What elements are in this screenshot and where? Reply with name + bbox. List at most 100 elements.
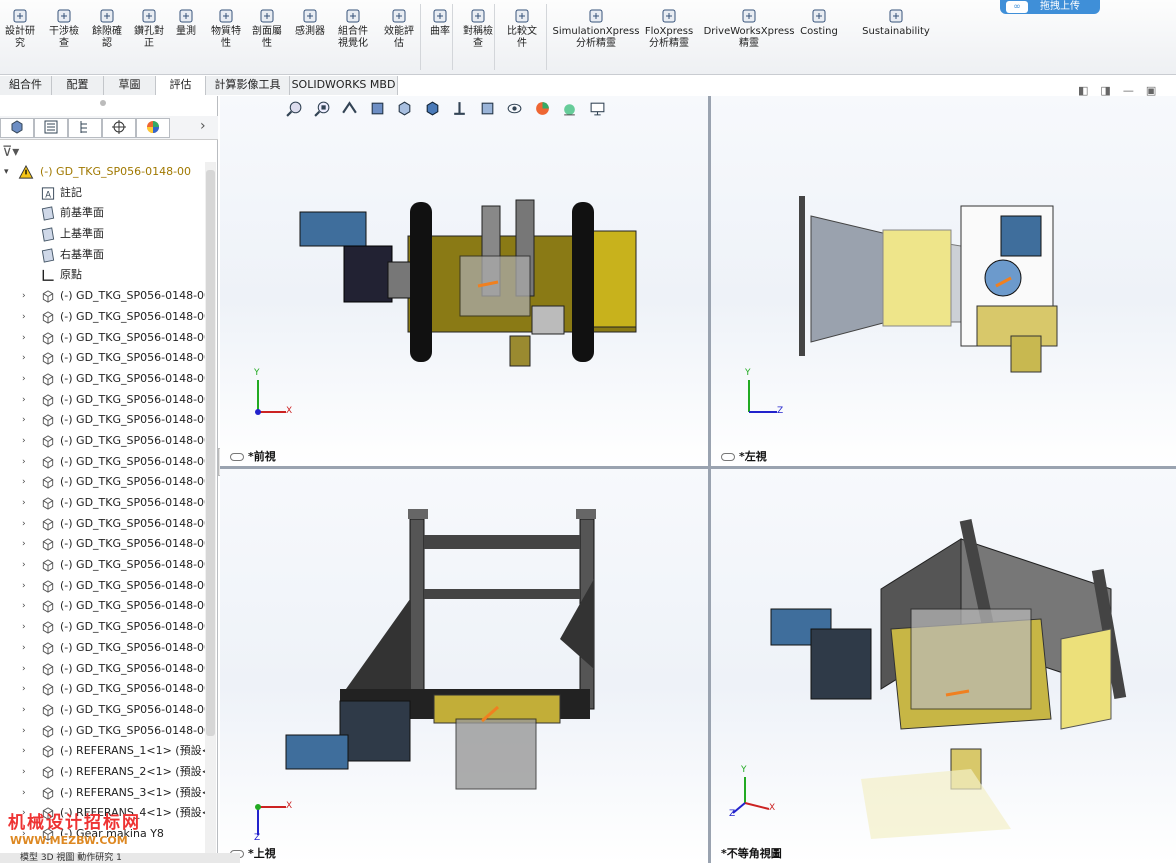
feature-manager-tab[interactable] (0, 118, 34, 138)
tree-item-part[interactable]: › (-) GD_TKG_SP056-0148-00 (0, 348, 206, 369)
tree-item-part[interactable]: › (-) GD_TKG_SP056-0148-00 (0, 431, 206, 452)
expand-arrow-icon[interactable]: › (22, 493, 26, 513)
view-orientation-icon[interactable] (396, 100, 413, 117)
tab-0[interactable]: 組合件 (0, 76, 52, 95)
zoom-to-area-icon[interactable] (313, 100, 331, 117)
ribbon-button-13[interactable]: SimulationXpress 分析精靈 (552, 8, 640, 50)
tab-1[interactable]: 配置 (52, 76, 104, 95)
tab-3[interactable]: 評估 (156, 76, 206, 95)
expand-arrow-icon[interactable]: › (22, 410, 26, 430)
display-manager-tab[interactable] (136, 118, 170, 138)
tree-item-fixed[interactable]: A 註記 (0, 183, 206, 204)
ribbon-button-1[interactable]: 干涉檢查 (44, 8, 84, 50)
expand-arrow-icon[interactable]: › (22, 700, 26, 720)
tree-item-part[interactable]: › (-) GD_TKG_SP056-0148-00 (0, 472, 206, 493)
link-views-icon[interactable] (721, 453, 735, 461)
viewport-front[interactable]: Y X *前視 (220, 96, 708, 466)
expand-arrow-icon[interactable]: › (22, 369, 26, 389)
ribbon-button-4[interactable]: 量測 (170, 8, 202, 38)
display-style-icon[interactable] (424, 100, 441, 117)
expand-arrow-icon[interactable]: › (22, 534, 26, 554)
ribbon-button-6[interactable]: 剖面屬性 (248, 8, 286, 50)
viewport-left[interactable]: Y Z *左視 (711, 96, 1176, 466)
link-views-icon[interactable] (230, 453, 244, 461)
tree-item-part[interactable]: › (-) GD_TKG_SP056-0148-00 (0, 493, 206, 514)
expand-arrow-icon[interactable]: › (22, 286, 26, 306)
tile-vertical-icon[interactable]: ◨ (1100, 84, 1122, 97)
tab-5[interactable]: SOLIDWORKS MBD (290, 76, 398, 95)
tree-item-part[interactable]: › (-) GD_TKG_SP056-0148-00 (0, 555, 206, 576)
tree-item-part[interactable]: › (-) GD_TKG_SP056-0148-00 (0, 328, 206, 349)
dimxpert-tab[interactable] (102, 118, 136, 138)
expand-arrow-icon[interactable]: › (22, 741, 26, 761)
tree-item-fixed[interactable]: 右基準面 (0, 245, 206, 266)
tree-item-fixed[interactable]: 前基準面 (0, 203, 206, 224)
ribbon-button-14[interactable]: FloXpress 分析精靈 (640, 8, 698, 50)
expand-arrow-icon[interactable]: › (22, 638, 26, 658)
expand-arrow-icon[interactable]: › (22, 555, 26, 575)
tree-item-part[interactable]: › (-) GD_TKG_SP056-0148-00 (0, 286, 206, 307)
ribbon-button-17[interactable]: Sustainability (858, 8, 934, 38)
bottom-tabs[interactable]: 模型 3D 視圖 動作研究 1 (0, 853, 240, 863)
tree-item-fixed[interactable]: 上基準面 (0, 224, 206, 245)
expand-arrow-icon[interactable]: › (22, 514, 26, 534)
expand-arrow-icon[interactable]: › (22, 472, 26, 492)
tree-item-part[interactable]: › (-) GD_TKG_SP056-0148-00 (0, 534, 206, 555)
expand-arrow-icon[interactable]: › (22, 659, 26, 679)
expand-arrow-icon[interactable]: › (22, 576, 26, 596)
ribbon-button-16[interactable]: Costing (798, 8, 840, 38)
viewport-splitter-vertical[interactable] (708, 96, 711, 863)
viewport-top[interactable]: X Z *上視 (220, 469, 708, 863)
expand-arrow-icon[interactable]: › (22, 431, 26, 451)
viewport-splitter-horizontal[interactable] (220, 466, 1176, 469)
expand-arrow-icon[interactable]: › (22, 452, 26, 472)
expand-arrow-icon[interactable]: › (22, 617, 26, 637)
tree-item-fixed[interactable]: 原點 (0, 265, 206, 286)
tree-item-part[interactable]: › (-) GD_TKG_SP056-0148-00 (0, 452, 206, 473)
tree-item-part[interactable]: › (-) GD_TKG_SP056-0148-00 (0, 659, 206, 680)
configuration-manager-tab[interactable] (68, 118, 102, 138)
tab-4[interactable]: 計算影像工具 (206, 76, 290, 95)
panel-grip[interactable] (100, 100, 106, 106)
tree-item-part[interactable]: › (-) REFERANS_3<1> (預設< (0, 783, 206, 804)
expand-arrow-icon[interactable]: › (22, 328, 26, 348)
expand-arrow-icon[interactable]: › (22, 390, 26, 410)
expand-arrow-icon[interactable]: › (22, 307, 26, 327)
render-tools-icon[interactable] (561, 100, 578, 117)
ribbon-button-8[interactable]: 組合件 視覺化 (332, 8, 374, 50)
apply-scene-icon[interactable] (534, 100, 551, 117)
ribbon-button-5[interactable]: 物質特性 (208, 8, 244, 50)
tree-item-part[interactable]: › (-) GD_TKG_SP056-0148-00 (0, 638, 206, 659)
display-monitor-icon[interactable] (589, 100, 606, 117)
tree-item-part[interactable]: › (-) GD_TKG_SP056-0148-00 (0, 700, 206, 721)
tree-item-part[interactable]: › (-) REFERANS_2<1> (預設< (0, 762, 206, 783)
scrollbar-thumb[interactable] (206, 170, 215, 736)
ribbon-button-0[interactable]: 設計研究 (2, 8, 38, 50)
tree-item-part[interactable]: › (-) GD_TKG_SP056-0148-00 (0, 596, 206, 617)
ribbon-button-2[interactable]: 餘隙確認 (88, 8, 126, 50)
tile-horizontal-icon[interactable]: ◧ (1078, 84, 1100, 97)
tab-2[interactable]: 草圖 (104, 76, 156, 95)
expand-arrow-icon[interactable]: › (22, 762, 26, 782)
section-view-icon[interactable] (369, 100, 386, 117)
expand-arrow-icon[interactable]: › (22, 783, 26, 803)
view-settings-icon[interactable] (506, 100, 523, 117)
expand-arrow-icon[interactable]: ▾ (4, 162, 9, 182)
tree-item-part[interactable]: › (-) GD_TKG_SP056-0148-00 (0, 617, 206, 638)
chevron-right-icon[interactable]: › (200, 118, 206, 134)
expand-arrow-icon[interactable]: › (22, 596, 26, 616)
filter-icon[interactable]: ⊽▾ (2, 144, 19, 160)
expand-arrow-icon[interactable]: › (22, 721, 26, 741)
tree-item-part[interactable]: › (-) GD_TKG_SP056-0148-00 (0, 576, 206, 597)
ribbon-button-9[interactable]: 效能評估 (378, 8, 420, 50)
tree-root-assembly[interactable]: ▾ (-) GD_TKG_SP056-0148-00 (0, 162, 206, 183)
expand-arrow-icon[interactable]: › (22, 348, 26, 368)
hide-show-icon[interactable] (451, 100, 468, 117)
tree-item-part[interactable]: › (-) GD_TKG_SP056-0148-00 (0, 390, 206, 411)
ribbon-button-10[interactable]: 曲率 (426, 8, 454, 38)
upload-button[interactable]: ∞ 拖拽上传 (1000, 0, 1100, 14)
previous-view-icon[interactable] (341, 100, 358, 117)
minimize-icon[interactable]: — (1123, 84, 1146, 97)
edit-appearance-icon[interactable] (479, 100, 496, 117)
tree-item-part[interactable]: › (-) GD_TKG_SP056-0148-00 (0, 721, 206, 742)
